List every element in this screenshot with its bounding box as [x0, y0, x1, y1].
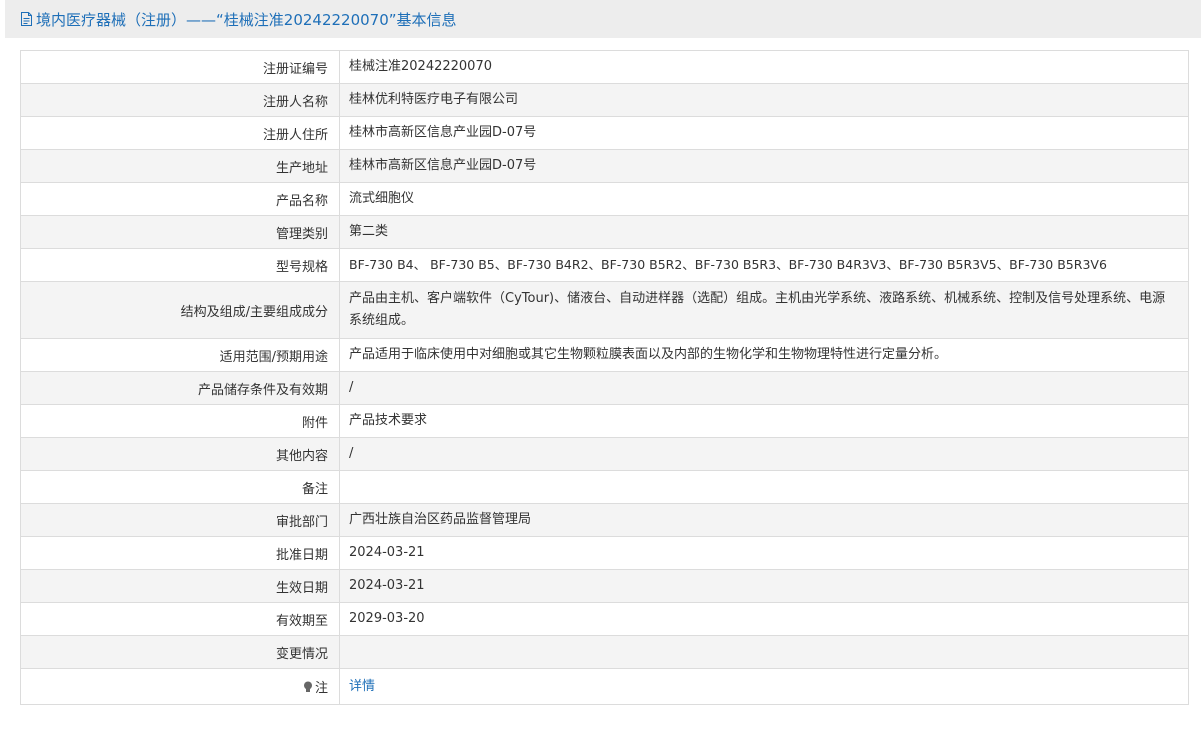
- table-row: 管理类别 第二类: [20, 215, 1189, 249]
- row-label: 其他内容: [20, 437, 340, 471]
- row-label: 有效期至: [20, 602, 340, 636]
- row-value: 桂械注准20242220070: [339, 50, 1189, 84]
- table-row: 适用范围/预期用途 产品适用于临床使用中对细胞或其它生物颗粒膜表面以及内部的生物…: [20, 338, 1189, 372]
- row-value: 广西壮族自治区药品监督管理局: [339, 503, 1189, 537]
- row-label: 备注: [20, 470, 340, 504]
- note-row: 注 详情: [20, 668, 1189, 705]
- row-value: 产品技术要求: [339, 404, 1189, 438]
- row-value: 第二类: [339, 215, 1189, 249]
- table-row: 注册人名称 桂林优利特医疗电子有限公司: [20, 83, 1189, 117]
- row-value: /: [339, 371, 1189, 405]
- note-label: 注: [314, 681, 328, 696]
- row-value: 产品适用于临床使用中对细胞或其它生物颗粒膜表面以及内部的生物化学和生物物理特性进…: [339, 338, 1189, 372]
- page-header: 境内医疗器械（注册）——“桂械注准20242220070”基本信息: [5, 0, 1201, 38]
- table-row: 注册证编号 桂械注准20242220070: [20, 50, 1189, 84]
- row-label: 注册人名称: [20, 83, 340, 117]
- note-value-cell: 详情: [339, 668, 1189, 705]
- row-value: 2029-03-20: [339, 602, 1189, 636]
- table-row: 变更情况: [20, 635, 1189, 669]
- row-value: 产品由主机、客户端软件（CyTour)、储液台、自动进样器（选配）组成。主机由光…: [339, 281, 1189, 339]
- table-row: 审批部门 广西壮族自治区药品监督管理局: [20, 503, 1189, 537]
- row-value: 桂林市高新区信息产业园D-07号: [339, 116, 1189, 150]
- lightbulb-icon: [303, 681, 312, 692]
- table-row: 附件 产品技术要求: [20, 404, 1189, 438]
- details-link[interactable]: 详情: [349, 679, 375, 694]
- row-label: 审批部门: [20, 503, 340, 537]
- table-row: 批准日期 2024-03-21: [20, 536, 1189, 570]
- row-value: 2024-03-21: [339, 569, 1189, 603]
- row-value: 桂林优利特医疗电子有限公司: [339, 83, 1189, 117]
- row-label: 产品名称: [20, 182, 340, 216]
- row-value: 2024-03-21: [339, 536, 1189, 570]
- note-label-cell: 注: [20, 668, 340, 705]
- table-row: 生产地址 桂林市高新区信息产业园D-07号: [20, 149, 1189, 183]
- row-label: 型号规格: [20, 248, 340, 282]
- info-table-container: 注册证编号 桂械注准20242220070 注册人名称 桂林优利特医疗电子有限公…: [20, 50, 1189, 723]
- row-label: 管理类别: [20, 215, 340, 249]
- table-row: 生效日期 2024-03-21: [20, 569, 1189, 603]
- table-row: 产品名称 流式细胞仪: [20, 182, 1189, 216]
- row-label: 注册人住所: [20, 116, 340, 150]
- row-value: [339, 470, 1189, 504]
- table-row: 注册人住所 桂林市高新区信息产业园D-07号: [20, 116, 1189, 150]
- page-title: 境内医疗器械（注册）——“桂械注准20242220070”基本信息: [36, 10, 457, 29]
- row-value: 流式细胞仪: [339, 182, 1189, 216]
- row-label: 附件: [20, 404, 340, 438]
- document-icon: [21, 12, 32, 26]
- row-label: 批准日期: [20, 536, 340, 570]
- row-label: 产品储存条件及有效期: [20, 371, 340, 405]
- row-label: 适用范围/预期用途: [20, 338, 340, 372]
- row-value: BF-730 B4、 BF-730 B5、BF-730 B4R2、BF-730 …: [339, 248, 1189, 282]
- row-label: 生效日期: [20, 569, 340, 603]
- row-label: 结构及组成/主要组成成分: [20, 281, 340, 339]
- row-value: [339, 635, 1189, 669]
- table-row: 产品储存条件及有效期 /: [20, 371, 1189, 405]
- row-label: 生产地址: [20, 149, 340, 183]
- info-table: 注册证编号 桂械注准20242220070 注册人名称 桂林优利特医疗电子有限公…: [20, 50, 1189, 705]
- table-row: 有效期至 2029-03-20: [20, 602, 1189, 636]
- table-row: 其他内容 /: [20, 437, 1189, 471]
- row-value: 桂林市高新区信息产业园D-07号: [339, 149, 1189, 183]
- row-label: 注册证编号: [20, 50, 340, 84]
- table-row: 备注: [20, 470, 1189, 504]
- row-label: 变更情况: [20, 635, 340, 669]
- row-value: /: [339, 437, 1189, 471]
- table-row: 型号规格 BF-730 B4、 BF-730 B5、BF-730 B4R2、BF…: [20, 248, 1189, 282]
- table-row: 结构及组成/主要组成成分 产品由主机、客户端软件（CyTour)、储液台、自动进…: [20, 281, 1189, 339]
